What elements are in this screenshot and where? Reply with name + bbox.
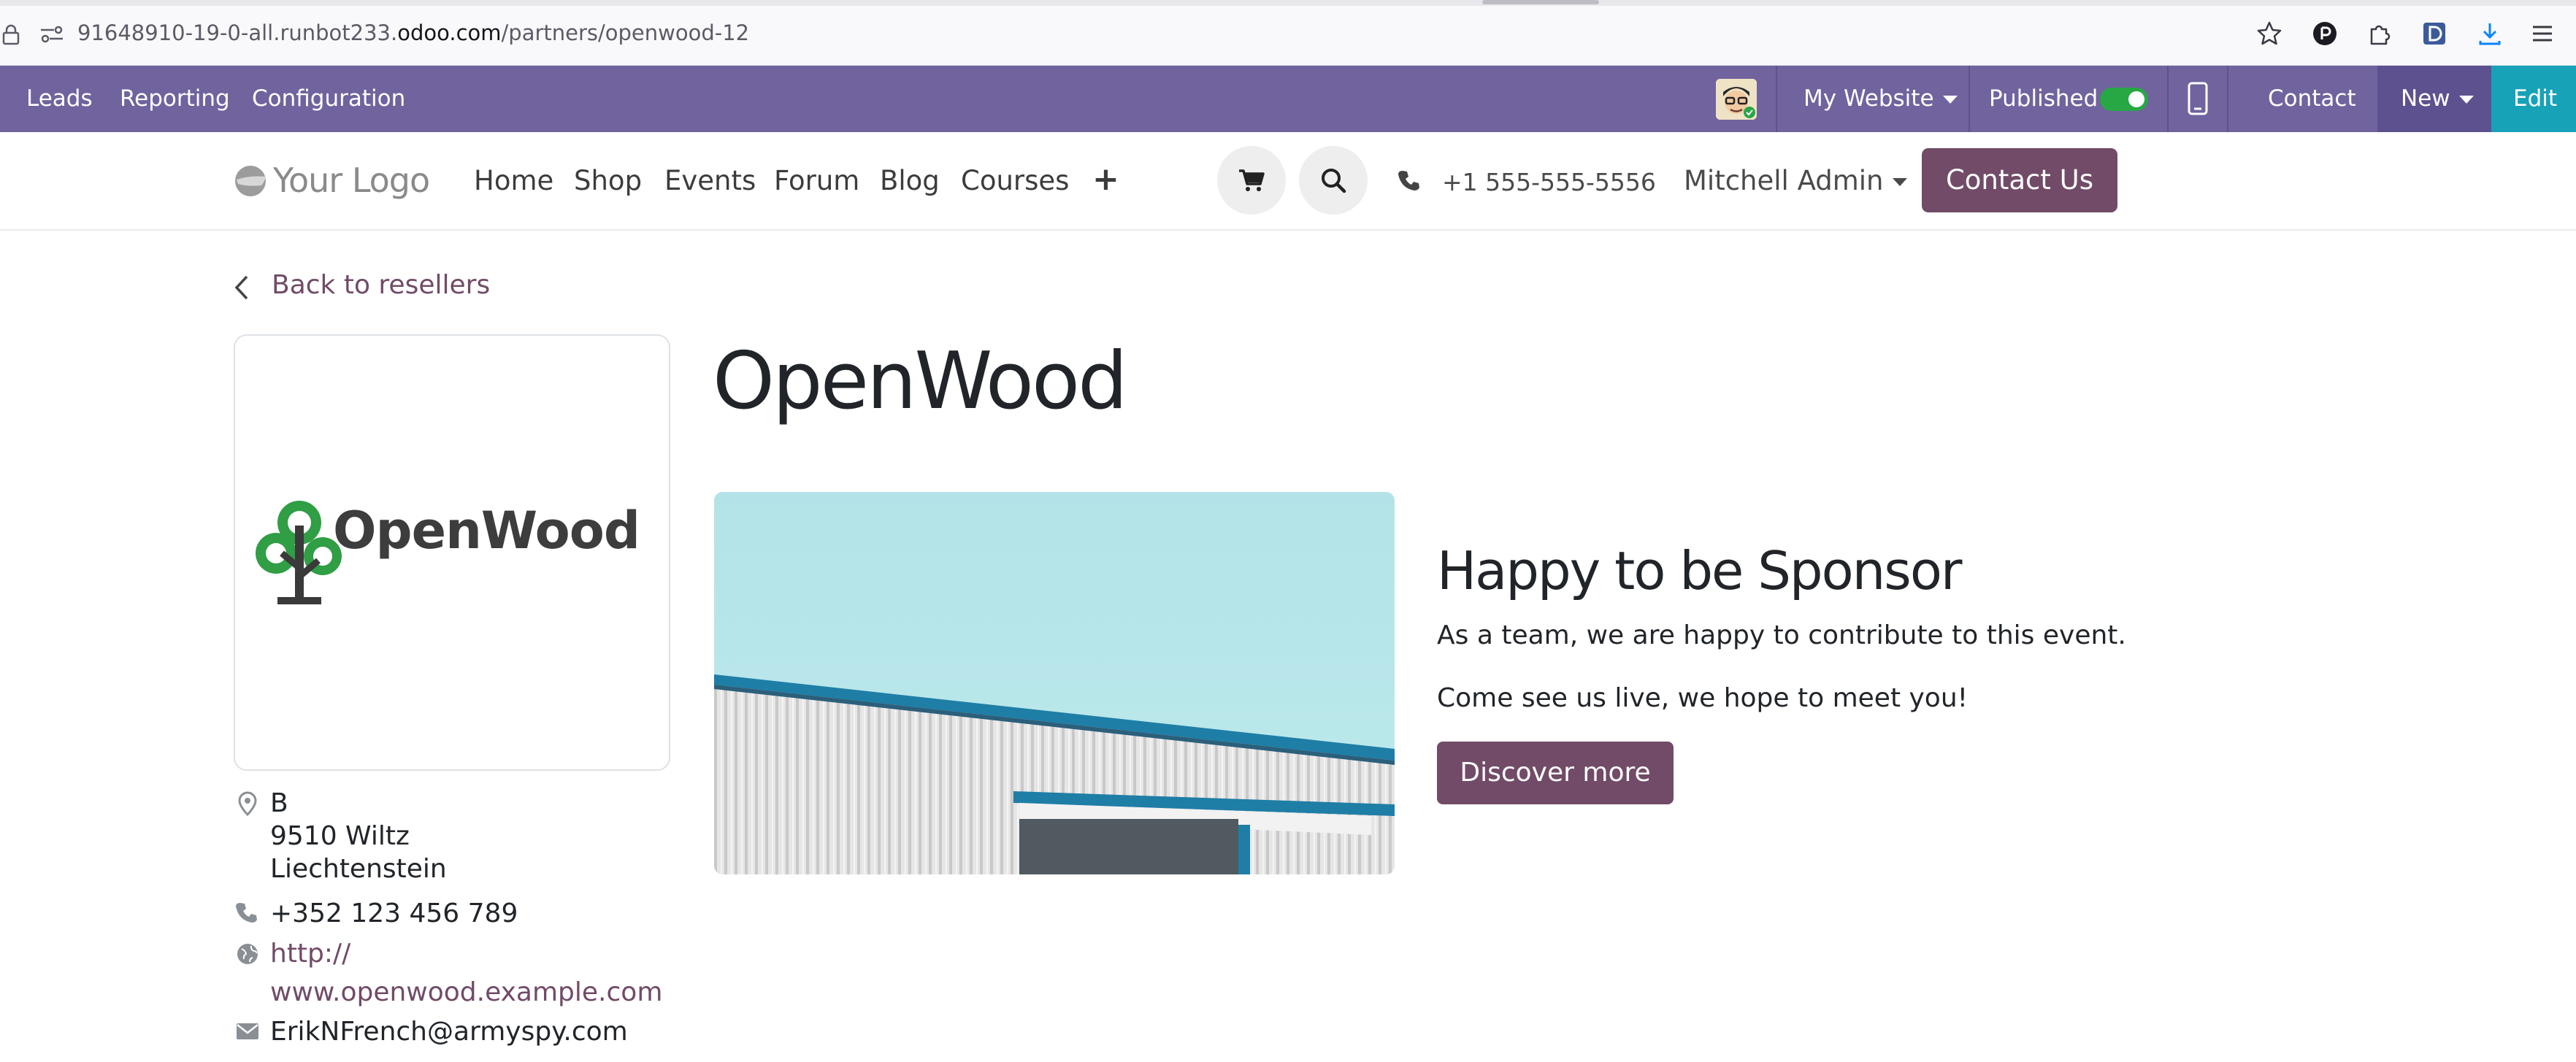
chevron-down-icon xyxy=(1892,178,1907,186)
partner-name-title: OpenWood xyxy=(713,336,1128,427)
edit-button[interactable]: Edit xyxy=(2491,66,2576,132)
contact-menu[interactable]: Contact xyxy=(2268,66,2356,132)
nav-blog[interactable]: Blog xyxy=(880,165,940,196)
new-button[interactable]: New xyxy=(2377,66,2491,132)
envelope-icon xyxy=(237,1023,258,1039)
url-domain: odoo.com xyxy=(397,20,502,45)
your-logo-icon[interactable] xyxy=(232,162,269,200)
sponsor-heading: Happy to be Sponsor xyxy=(1437,540,1962,601)
phone-icon xyxy=(1398,171,1419,191)
mobile-preview-icon[interactable] xyxy=(2188,82,2208,115)
separator xyxy=(1969,66,1970,132)
map-marker-icon xyxy=(238,791,257,816)
chevron-left-icon xyxy=(234,275,248,300)
avatar-face-icon xyxy=(1716,79,1757,120)
site-permissions-icon[interactable] xyxy=(39,25,64,44)
browser-url-bar: 91648910-19-0-all.runbot233.odoo.com/par… xyxy=(0,0,2576,66)
url-path: /partners/openwood-12 xyxy=(501,20,750,45)
search-icon xyxy=(1322,169,1346,193)
back-link-label: Back to resellers xyxy=(272,270,491,300)
globe-icon xyxy=(237,944,258,964)
sponsor-text-2: Come see us live, we hope to meet you! xyxy=(1437,683,1969,713)
odoo-admin-bar: Leads Reporting Configuration My Website… xyxy=(0,66,2576,132)
bookmark-star-icon[interactable] xyxy=(2256,20,2282,47)
building-illustration xyxy=(714,492,1395,874)
nav-shop[interactable]: Shop xyxy=(574,165,642,196)
discover-more-button[interactable]: Discover more xyxy=(1437,742,1674,804)
address-line-2: 9510 Wiltz xyxy=(270,821,410,851)
d-extension-icon[interactable] xyxy=(2421,20,2447,47)
browser-tab-strip xyxy=(0,0,2576,6)
sponsor-text-1: As a team, we are happy to contribute to… xyxy=(1437,620,2126,650)
separator xyxy=(2167,66,2169,132)
new-button-label-wrap: New xyxy=(2401,66,2474,132)
address-bar[interactable]: 91648910-19-0-all.runbot233.odoo.com/par… xyxy=(77,20,749,45)
separator xyxy=(1776,66,1777,132)
nav-add-page-button[interactable]: + xyxy=(1092,161,1119,198)
contact-phone[interactable]: +352 123 456 789 xyxy=(270,899,518,928)
url-prefix: 91648910-19-0-all.runbot233. xyxy=(77,20,398,45)
contact-email[interactable]: ErikNFrench@armyspy.com xyxy=(270,1017,628,1047)
sponsor-image xyxy=(714,492,1395,874)
chevron-down-icon xyxy=(2458,96,2474,104)
browser-tab-indicator xyxy=(1482,0,1599,4)
website-link-line-1[interactable]: http:// xyxy=(270,939,350,969)
download-icon[interactable] xyxy=(2477,20,2503,47)
user-menu-dropdown[interactable]: Mitchell Admin xyxy=(1684,165,1907,196)
hamburger-menu-icon[interactable] xyxy=(2529,20,2556,47)
search-button[interactable] xyxy=(1299,146,1368,215)
address-line-3: Liechtenstein xyxy=(270,854,447,884)
separator xyxy=(2227,66,2228,132)
partner-logo-text: OpenWood xyxy=(333,501,640,561)
nav-home[interactable]: Home xyxy=(474,165,553,196)
lock-icon[interactable] xyxy=(1,23,20,45)
menu-leads[interactable]: Leads xyxy=(26,66,93,132)
my-website-dropdown[interactable]: My Website xyxy=(1803,66,1958,132)
p-extension-icon[interactable] xyxy=(2312,20,2338,47)
header-phone[interactable]: +1 555-555-5556 xyxy=(1442,168,1656,196)
user-name: Mitchell Admin xyxy=(1684,165,1884,196)
contact-us-button[interactable]: Contact Us xyxy=(1922,148,2117,212)
published-label[interactable]: Published xyxy=(1989,66,2098,132)
phone-icon xyxy=(236,903,257,923)
address-line-1: B xyxy=(270,788,288,818)
cart-icon xyxy=(1239,169,1265,191)
user-avatar[interactable] xyxy=(1716,79,1757,120)
chevron-down-icon xyxy=(1942,96,1958,104)
nav-courses[interactable]: Courses xyxy=(961,165,1069,196)
published-toggle[interactable] xyxy=(2100,88,2148,111)
menu-configuration[interactable]: Configuration xyxy=(252,66,405,132)
tree-logo-icon xyxy=(256,501,342,604)
extensions-puzzle-icon[interactable] xyxy=(2366,20,2392,47)
menu-reporting[interactable]: Reporting xyxy=(120,66,230,132)
edit-label: Edit xyxy=(2513,85,2558,112)
nav-events[interactable]: Events xyxy=(664,165,756,196)
nav-forum[interactable]: Forum xyxy=(774,165,859,196)
website-link-line-2[interactable]: www.openwood.example.com xyxy=(270,977,662,1007)
my-website-label: My Website xyxy=(1803,85,1934,112)
your-logo-text[interactable]: Your Logo xyxy=(273,161,430,200)
cart-button[interactable] xyxy=(1217,146,1286,215)
new-label: New xyxy=(2401,85,2450,112)
